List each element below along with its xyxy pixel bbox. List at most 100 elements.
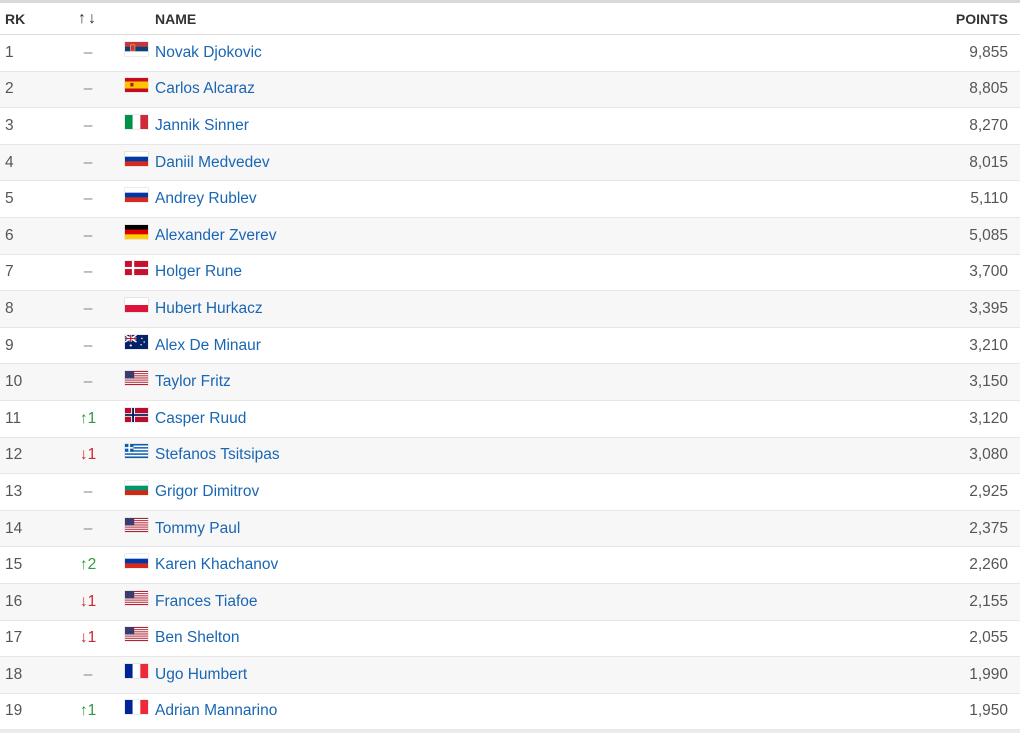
table-row[interactable]: 10 – Taylor Fritz 3,150 [0, 364, 1020, 401]
header-rank[interactable]: RK [0, 11, 57, 27]
table-row[interactable]: 6 – Alexander Zverev 5,085 [0, 217, 1020, 255]
header-movement[interactable]: ↑↓ [57, 10, 119, 28]
player-name-link[interactable]: Grigor Dimitrov [155, 483, 259, 500]
points-cell: 1,990 [969, 665, 1008, 683]
flag-nor-icon [125, 407, 148, 422]
flag-cell [119, 334, 155, 349]
rank-cell: 11 [5, 409, 22, 427]
player-name-cell: Novak Djokovic [155, 44, 868, 62]
player-name-link[interactable]: Holger Rune [155, 263, 242, 280]
table-row[interactable]: 14 – Tommy Paul 2,375 [0, 510, 1020, 548]
player-name-link[interactable]: Casper Ruud [155, 410, 246, 427]
flag-cell [119, 554, 155, 569]
movement-cell: – [83, 116, 93, 134]
player-name-cell: Karen Khachanov [155, 556, 868, 574]
table-row[interactable]: 19 ↑1 Adrian Mannarino 1,950 [0, 694, 1020, 731]
player-name-link[interactable]: Frances Tiafoe [155, 593, 258, 610]
points-cell: 5,085 [969, 226, 1008, 244]
table-row[interactable]: 1 – Novak Djokovic 9,855 [0, 35, 1020, 72]
flag-cell [119, 114, 155, 129]
movement-cell: – [83, 482, 93, 500]
player-name-cell: Casper Ruud [155, 410, 868, 428]
player-name-link[interactable]: Andrey Rublev [155, 190, 257, 207]
points-cell: 2,155 [969, 592, 1008, 610]
movement-cell: – [83, 153, 93, 171]
table-row[interactable]: 17 ↓1 Ben Shelton 2,055 [0, 621, 1020, 658]
flag-cell [119, 188, 155, 203]
points-cell: 8,270 [969, 116, 1008, 134]
rank-cell: 1 [5, 43, 14, 61]
movement-cell: ↓1 [79, 629, 97, 647]
player-name-link[interactable]: Jannik Sinner [155, 117, 249, 134]
player-name-cell: Alex De Minaur [155, 337, 868, 355]
table-row[interactable]: 8 – Hubert Hurkacz 3,395 [0, 291, 1020, 328]
movement-cell: ↑2 [79, 556, 97, 574]
player-name-cell: Ugo Humbert [155, 666, 868, 684]
player-name-link[interactable]: Alexander Zverev [155, 227, 276, 244]
table-row[interactable]: 9 – Alex De Minaur 3,210 [0, 328, 1020, 365]
table-row[interactable]: 2 – Carlos Alcaraz 8,805 [0, 71, 1020, 109]
player-name-link[interactable]: Hubert Hurkacz [155, 300, 263, 317]
player-name-link[interactable]: Stefanos Tsitsipas [155, 446, 280, 463]
table-row[interactable]: 16 ↓1 Frances Tiafoe 2,155 [0, 583, 1020, 621]
points-cell: 1,950 [969, 702, 1008, 720]
table-row[interactable]: 4 – Daniil Medvedev 8,015 [0, 144, 1020, 182]
player-name-link[interactable]: Alex De Minaur [155, 337, 261, 354]
movement-cell: ↓1 [79, 592, 97, 610]
player-name-link[interactable]: Ugo Humbert [155, 666, 247, 683]
table-row[interactable]: 3 – Jannik Sinner 8,270 [0, 108, 1020, 145]
player-name-cell: Grigor Dimitrov [155, 483, 868, 501]
table-row[interactable]: 13 – Grigor Dimitrov 2,925 [0, 474, 1020, 511]
points-cell: 9,855 [969, 43, 1008, 61]
header-name[interactable]: NAME [155, 11, 868, 27]
table-header: RK ↑↓ NAME POINTS [0, 3, 1020, 35]
flag-usa-icon [125, 517, 148, 532]
flag-cell [119, 700, 155, 715]
player-name-cell: Carlos Alcaraz [155, 80, 868, 98]
table-row[interactable]: 15 ↑2 Karen Khachanov 2,260 [0, 547, 1020, 584]
movement-cell: – [83, 226, 93, 244]
player-name-cell: Tommy Paul [155, 520, 868, 538]
flag-bul-icon [125, 480, 148, 495]
flag-usa-icon [125, 627, 148, 642]
movement-cell: – [83, 336, 93, 354]
table-row[interactable]: 11 ↑1 Casper Ruud 3,120 [0, 401, 1020, 438]
rank-cell: 12 [5, 446, 23, 464]
flag-usa-icon [125, 590, 148, 605]
player-name-cell: Daniil Medvedev [155, 154, 868, 172]
flag-cell [119, 41, 155, 56]
movement-cell: – [83, 190, 93, 208]
rank-cell: 14 [5, 519, 23, 537]
rank-cell: 7 [5, 263, 14, 281]
points-cell: 2,260 [969, 556, 1008, 574]
player-name-link[interactable]: Ben Shelton [155, 629, 239, 646]
table-row[interactable]: 5 – Andrey Rublev 5,110 [0, 181, 1020, 218]
header-points[interactable]: POINTS [868, 11, 1020, 27]
player-name-cell: Taylor Fritz [155, 373, 868, 391]
player-name-link[interactable]: Tommy Paul [155, 520, 240, 537]
player-name-link[interactable]: Daniil Medvedev [155, 154, 270, 171]
movement-cell: ↓1 [79, 446, 97, 464]
player-name-link[interactable]: Novak Djokovic [155, 44, 262, 61]
rank-cell: 3 [5, 116, 14, 134]
player-name-link[interactable]: Taylor Fritz [155, 373, 231, 390]
rankings-table: RK ↑↓ NAME POINTS 1 – Novak Djokovic 9,855 2… [0, 3, 1020, 731]
flag-usa-icon [125, 371, 148, 386]
rank-cell: 4 [5, 153, 14, 171]
player-name-cell: Stefanos Tsitsipas [155, 446, 868, 464]
flag-esp-icon [125, 78, 148, 93]
player-name-link[interactable]: Karen Khachanov [155, 556, 278, 573]
player-name-link[interactable]: Adrian Mannarino [155, 702, 277, 719]
table-row[interactable]: 18 – Ugo Humbert 1,990 [0, 657, 1020, 694]
movement-cell: – [83, 373, 93, 391]
table-row[interactable]: 12 ↓1 Stefanos Tsitsipas 3,080 [0, 437, 1020, 475]
points-cell: 5,110 [970, 190, 1008, 208]
table-row[interactable]: 7 – Holger Rune 3,700 [0, 255, 1020, 292]
flag-fra-icon [125, 663, 148, 678]
player-name-cell: Jannik Sinner [155, 117, 868, 135]
movement-cell: – [83, 80, 93, 98]
player-name-link[interactable]: Carlos Alcaraz [155, 80, 255, 97]
flag-cell [119, 78, 155, 93]
movement-cell: – [83, 299, 93, 317]
flag-cell [119, 297, 155, 312]
